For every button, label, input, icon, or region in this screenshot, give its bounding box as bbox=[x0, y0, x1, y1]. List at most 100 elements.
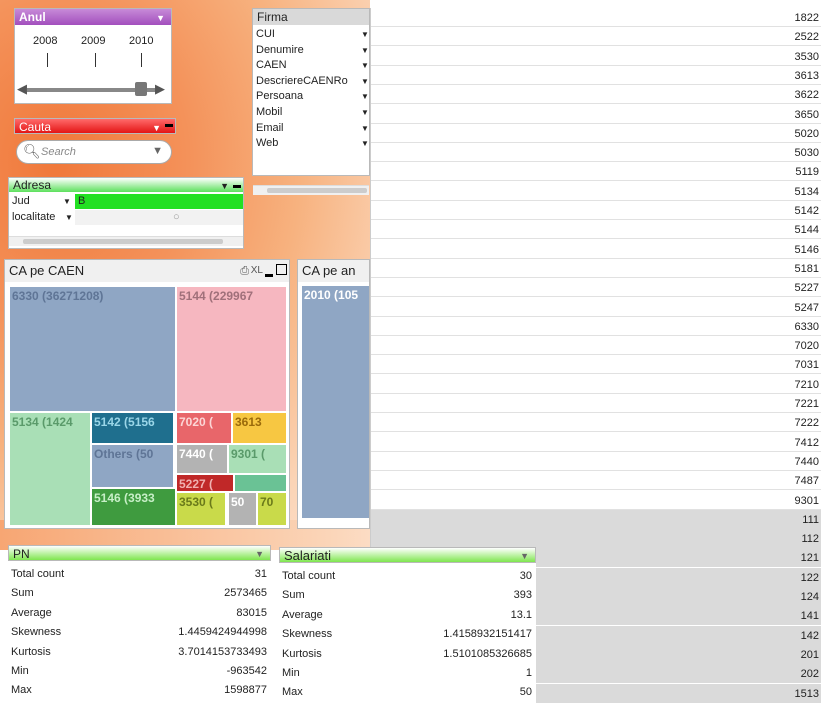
treemap-cell[interactable]: 9301 ( bbox=[228, 444, 287, 474]
adresa-multibox[interactable]: Adresa ▼ Jud ▼ B localitate ▼ ○ bbox=[8, 177, 244, 249]
print-icon[interactable]: ⎙ bbox=[240, 260, 249, 282]
treemap-cell[interactable]: 70 bbox=[257, 492, 287, 526]
treemap-cell[interactable]: 5142 (5156 bbox=[91, 412, 174, 444]
list-item-excluded[interactable]: 112 bbox=[371, 529, 821, 549]
field-value[interactable] bbox=[75, 210, 243, 225]
firma-field-label[interactable]: Web bbox=[256, 136, 278, 151]
list-item[interactable]: 7020 bbox=[371, 336, 821, 356]
ca-pe-an-chart[interactable]: CA pe an 2010 (105 bbox=[297, 259, 370, 529]
treemap-cell[interactable]: Others (50 bbox=[91, 444, 174, 488]
firma-field-label[interactable]: Mobil bbox=[256, 105, 282, 120]
dropdown-arrow-icon[interactable]: ▼ bbox=[361, 124, 369, 133]
dropdown-arrow-icon[interactable]: ▼ bbox=[361, 46, 369, 55]
stat-caption[interactable]: Salariati ▼ bbox=[279, 547, 536, 563]
list-item[interactable]: 7222 bbox=[371, 413, 821, 433]
chart-caption[interactable]: CA pe an bbox=[298, 260, 369, 282]
firma-field-label[interactable]: Email bbox=[256, 121, 284, 136]
dropdown-arrow-icon[interactable]: ▼ bbox=[152, 120, 161, 136]
scrollbar-thumb[interactable] bbox=[267, 188, 367, 193]
slider-left-arrow-icon[interactable]: ◀ bbox=[17, 81, 27, 97]
dropdown-arrow-icon[interactable]: ▼ bbox=[65, 210, 73, 225]
treemap-cell[interactable] bbox=[234, 474, 287, 492]
horizontal-scrollbar[interactable] bbox=[9, 236, 243, 246]
dropdown-arrow-icon[interactable]: ▼ bbox=[361, 92, 369, 101]
treemap-cell[interactable]: 2010 (105 bbox=[302, 286, 369, 518]
list-item[interactable]: 5227 bbox=[371, 278, 821, 298]
treemap-cell[interactable]: 7020 ( bbox=[176, 412, 232, 444]
list-item[interactable]: 7210 bbox=[371, 375, 821, 394]
pn-statistics-box[interactable]: PN ▼ Total count 31 Sum 2573465 Average 83015… bbox=[8, 545, 271, 707]
list-item[interactable]: 7487 bbox=[371, 471, 821, 491]
firma-field-label[interactable]: CAEN bbox=[256, 58, 287, 73]
treemap-cell[interactable]: 50 bbox=[228, 492, 257, 526]
treemap-cell[interactable]: 6330 (36271208) bbox=[9, 286, 176, 412]
list-item[interactable]: 5020 bbox=[371, 124, 821, 143]
list-item-excluded[interactable]: 111 bbox=[371, 509, 821, 529]
list-item[interactable]: 9301 bbox=[371, 491, 821, 510]
cauta-caption[interactable]: Cauta ▼ bbox=[14, 118, 176, 134]
dropdown-arrow-icon[interactable]: ▼ bbox=[361, 139, 369, 148]
dropdown-arrow-icon[interactable]: ▼ bbox=[220, 179, 229, 193]
list-item[interactable]: 7412 bbox=[371, 433, 821, 452]
treemap-cell[interactable]: 5144 (229967 bbox=[176, 286, 287, 412]
horizontal-scrollbar[interactable] bbox=[253, 185, 369, 195]
cauta-search-box[interactable]: Cauta ▼ 🔍︎ Search ▼ bbox=[14, 118, 176, 170]
dropdown-arrow-icon[interactable]: ▼ bbox=[156, 10, 165, 26]
treemap-cell[interactable]: 5227 ( bbox=[176, 474, 234, 492]
list-item[interactable]: 5119 bbox=[371, 162, 821, 182]
list-item[interactable]: 3622 bbox=[371, 85, 821, 105]
adresa-row-localitate[interactable]: localitate ▼ ○ bbox=[9, 210, 243, 225]
dropdown-arrow-icon[interactable]: ▼ bbox=[361, 77, 369, 86]
firma-field-label[interactable]: DescriereCAENRo bbox=[256, 74, 348, 89]
dropdown-arrow-icon[interactable]: ▼ bbox=[361, 108, 369, 117]
minimize-icon[interactable] bbox=[233, 185, 241, 188]
treemap-cell[interactable]: 7440 ( bbox=[176, 444, 228, 474]
treemap-cell[interactable]: 5134 (1424 bbox=[9, 412, 91, 526]
dropdown-arrow-icon[interactable]: ▼ bbox=[361, 30, 369, 39]
treemap-cell[interactable]: 5146 (3933 bbox=[91, 488, 176, 526]
list-item[interactable]: 5146 bbox=[371, 240, 821, 259]
treemap-cell[interactable]: 3530 ( bbox=[176, 492, 226, 526]
firma-field-label[interactable]: Denumire bbox=[256, 43, 304, 58]
firma-multibox[interactable]: Firma CUI ▼ Denumire ▼ CAEN ▼ DescriereCAENRo ▼… bbox=[252, 8, 370, 195]
minimize-icon[interactable] bbox=[265, 274, 273, 277]
list-item[interactable]: 5142 bbox=[371, 201, 821, 220]
list-item[interactable]: 3613 bbox=[371, 66, 821, 85]
list-item[interactable]: 5247 bbox=[371, 298, 821, 317]
list-item[interactable]: 2522 bbox=[371, 27, 821, 47]
adresa-caption[interactable]: Adresa ▼ bbox=[9, 178, 243, 192]
list-item[interactable]: 5134 bbox=[371, 182, 821, 201]
firma-field-label[interactable]: Persoana bbox=[256, 89, 303, 104]
firma-field-label[interactable]: CUI bbox=[256, 27, 275, 42]
dropdown-arrow-icon[interactable]: ▼ bbox=[255, 546, 264, 562]
list-item[interactable]: 1822 bbox=[371, 8, 821, 27]
maximize-icon[interactable] bbox=[276, 264, 287, 275]
treemap[interactable]: 6330 (36271208) 5144 (229967 5134 (1424 514… bbox=[9, 286, 287, 526]
treemap-cell[interactable]: 3613 bbox=[232, 412, 287, 444]
firma-caption[interactable]: Firma bbox=[253, 9, 369, 25]
list-item[interactable]: 7221 bbox=[371, 394, 821, 413]
anul-caption[interactable]: Anul ▼ bbox=[15, 9, 171, 25]
list-item[interactable]: 3530 bbox=[371, 47, 821, 66]
dropdown-arrow-icon[interactable]: ▼ bbox=[361, 61, 369, 70]
chevron-down-icon[interactable]: ▼ bbox=[152, 145, 163, 157]
salariati-statistics-box[interactable]: Salariati ▼ Total count 30 Sum 393 Average 13… bbox=[279, 547, 536, 707]
adresa-row-jud[interactable]: Jud ▼ B bbox=[9, 194, 243, 209]
chart-caption[interactable]: CA pe CAEN ⎙ XL bbox=[5, 260, 289, 282]
list-item[interactable]: 7031 bbox=[371, 355, 821, 375]
stat-caption[interactable]: PN ▼ bbox=[8, 545, 271, 561]
field-value-selected[interactable]: B bbox=[75, 194, 243, 209]
ca-pe-caen-chart[interactable]: CA pe CAEN ⎙ XL 6330 (36271208) 5144 (229… bbox=[4, 259, 290, 529]
anul-slider-box[interactable]: Anul ▼ 2008 2009 2010 ◀ ▶ bbox=[14, 8, 172, 104]
excel-export-icon[interactable]: XL bbox=[251, 260, 263, 282]
list-item[interactable]: 6330 bbox=[371, 317, 821, 336]
list-item[interactable]: 7440 bbox=[371, 452, 821, 471]
minimize-icon[interactable] bbox=[165, 124, 173, 127]
list-item[interactable]: 5030 bbox=[371, 143, 821, 163]
list-item[interactable]: 5144 bbox=[371, 220, 821, 240]
search-input[interactable]: 🔍︎ Search ▼ bbox=[16, 140, 172, 164]
scrollbar-thumb[interactable] bbox=[23, 239, 223, 244]
list-item[interactable]: 3650 bbox=[371, 105, 821, 124]
list-item[interactable]: 5181 bbox=[371, 259, 821, 278]
slider-right-arrow-icon[interactable]: ▶ bbox=[155, 81, 165, 97]
